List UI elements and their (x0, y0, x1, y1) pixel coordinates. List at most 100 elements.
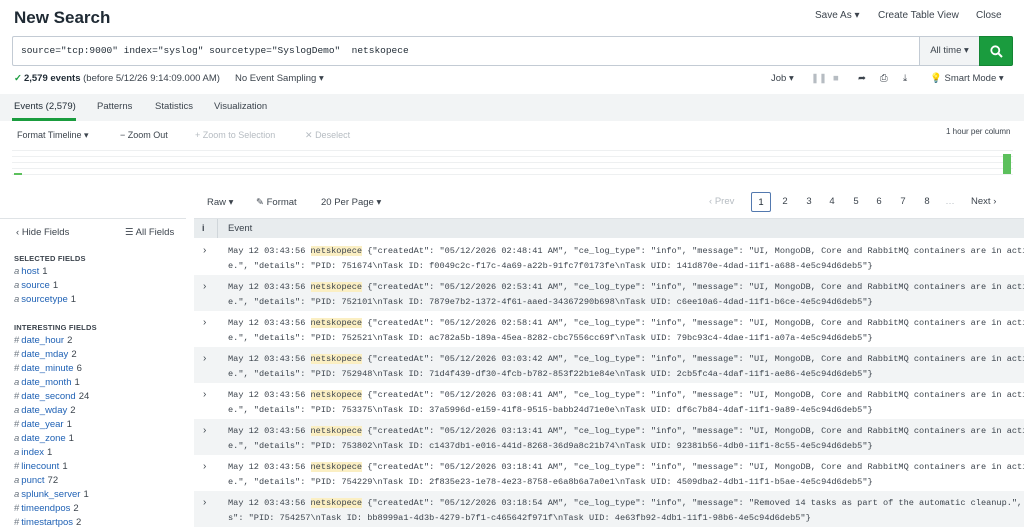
hide-fields-button[interactable]: ‹ Hide Fields (16, 227, 69, 238)
field-item[interactable]: a splunk_server 1 (14, 489, 89, 500)
highlighted-keyword[interactable]: netskopece (310, 462, 363, 472)
highlighted-keyword[interactable]: netskopece (310, 246, 363, 256)
highlighted-keyword[interactable]: netskopece (310, 282, 363, 292)
tab-statistics[interactable]: Statistics (155, 101, 193, 112)
field-name[interactable]: host (21, 266, 39, 277)
field-item[interactable]: a punct 72 (14, 475, 58, 486)
field-name[interactable]: date_second (21, 391, 75, 402)
page-5-button[interactable]: 5 (846, 192, 866, 212)
all-fields-button[interactable]: ☰ All Fields (125, 227, 174, 238)
event-text[interactable]: May 12 03:43:56 netskopece {"createdAt":… (228, 244, 1024, 274)
field-item[interactable]: # timestartpos 2 (14, 517, 81, 528)
field-item[interactable]: # date_mday 2 (14, 349, 77, 360)
pause-icon[interactable]: ❚❚ (811, 73, 827, 84)
timeline-chart[interactable] (12, 148, 1013, 176)
field-count: 1 (66, 419, 72, 430)
field-name[interactable]: timeendpos (21, 503, 70, 514)
field-name[interactable]: date_zone (21, 433, 65, 444)
event-text[interactable]: May 12 03:43:56 netskopece {"createdAt":… (228, 352, 1024, 382)
print-icon[interactable]: ⎙ (880, 73, 888, 84)
create-table-view-button[interactable]: Create Table View (878, 10, 959, 21)
highlighted-keyword[interactable]: netskopece (310, 498, 363, 508)
search-button[interactable] (979, 36, 1013, 66)
field-item[interactable]: a date_zone 1 (14, 433, 74, 444)
field-name[interactable]: date_hour (21, 335, 64, 346)
expand-chevron-icon[interactable]: › (203, 281, 206, 292)
next-page-button[interactable]: Next › (971, 192, 996, 212)
field-item[interactable]: a host 1 (14, 266, 48, 277)
event-text[interactable]: May 12 03:43:56 netskopece {"createdAt":… (228, 424, 1024, 454)
field-name[interactable]: linecount (21, 461, 59, 472)
highlighted-keyword[interactable]: netskopece (310, 426, 363, 436)
share-icon[interactable]: ➦ (858, 73, 866, 84)
expand-chevron-icon[interactable]: › (203, 389, 206, 400)
page-4-button[interactable]: 4 (822, 192, 842, 212)
search-input[interactable]: source="tcp:9000" index="syslog" sourcet… (21, 45, 409, 56)
field-name[interactable]: source (21, 280, 50, 291)
page-8-button[interactable]: 8 (917, 192, 937, 212)
field-name[interactable]: index (21, 447, 44, 458)
field-item[interactable]: a source 1 (14, 280, 58, 291)
event-text[interactable]: May 12 03:43:56 netskopece {"createdAt":… (228, 496, 1022, 526)
event-text[interactable]: May 12 03:43:56 netskopece {"createdAt":… (228, 460, 1024, 490)
field-item[interactable]: a index 1 (14, 447, 52, 458)
field-name[interactable]: date_month (21, 377, 71, 388)
save-as-menu[interactable]: Save As ▾ (815, 10, 860, 21)
time-range-picker[interactable]: All time ▾ (919, 37, 979, 65)
tab-patterns[interactable]: Patterns (97, 101, 132, 112)
event-text[interactable]: May 12 03:43:56 netskopece {"createdAt":… (228, 388, 1024, 418)
event-body: {"createdAt": "05/12/2026 02:48:41 AM", … (362, 246, 1024, 256)
page-6-button[interactable]: 6 (869, 192, 889, 212)
page-1-button[interactable]: 1 (751, 192, 771, 212)
raw-view-menu[interactable]: Raw ▾ (207, 197, 233, 208)
tab-events[interactable]: Events (2,579) (14, 101, 76, 112)
per-page-menu[interactable]: 20 Per Page ▾ (321, 197, 381, 208)
field-item[interactable]: a sourcetype 1 (14, 294, 76, 305)
expand-chevron-icon[interactable]: › (203, 245, 206, 256)
event-timestamp: May 12 03:43:56 (228, 354, 311, 364)
page-3-button[interactable]: 3 (799, 192, 819, 212)
field-item[interactable]: a date_wday 2 (14, 405, 76, 416)
close-button[interactable]: Close (976, 10, 1002, 21)
highlighted-keyword[interactable]: netskopece (310, 354, 363, 364)
page-2-button[interactable]: 2 (775, 192, 795, 212)
field-item[interactable]: # date_hour 2 (14, 335, 72, 346)
field-name[interactable]: date_minute (21, 363, 73, 374)
field-item[interactable]: # date_year 1 (14, 419, 72, 430)
format-timeline-menu[interactable]: Format Timeline ▾ (17, 130, 89, 141)
field-name[interactable]: punct (21, 475, 44, 486)
page-7-button[interactable]: 7 (893, 192, 913, 212)
expand-chevron-icon[interactable]: › (203, 425, 206, 436)
event-sampling-menu[interactable]: No Event Sampling ▾ (235, 73, 324, 84)
field-item[interactable]: # linecount 1 (14, 461, 68, 472)
highlighted-keyword[interactable]: netskopece (310, 390, 363, 400)
timeline-bucket[interactable] (1003, 154, 1011, 174)
field-name[interactable]: date_mday (21, 349, 68, 360)
event-text[interactable]: May 12 03:43:56 netskopece {"createdAt":… (228, 280, 1024, 310)
expand-chevron-icon[interactable]: › (203, 353, 206, 364)
field-name[interactable]: date_wday (21, 405, 67, 416)
field-name[interactable]: sourcetype (21, 294, 67, 305)
zoom-to-selection-button[interactable]: + Zoom to Selection (195, 130, 275, 140)
expand-chevron-icon[interactable]: › (203, 497, 206, 508)
field-item[interactable]: # timeendpos 2 (14, 503, 79, 514)
event-text[interactable]: May 12 03:43:56 netskopece {"createdAt":… (228, 316, 1024, 346)
expand-chevron-icon[interactable]: › (203, 461, 206, 472)
tab-visualization[interactable]: Visualization (214, 101, 267, 112)
stop-icon[interactable]: ■ (833, 73, 839, 84)
field-item[interactable]: a date_month 1 (14, 377, 80, 388)
search-mode-menu[interactable]: 💡 Smart Mode ▾ (930, 73, 1004, 84)
field-item[interactable]: # date_minute 6 (14, 363, 82, 374)
field-item[interactable]: # date_second 24 (14, 391, 89, 402)
expand-chevron-icon[interactable]: › (203, 317, 206, 328)
job-menu[interactable]: Job ▾ (771, 73, 794, 84)
highlighted-keyword[interactable]: netskopece (310, 318, 363, 328)
zoom-out-button[interactable]: − Zoom Out (120, 130, 168, 140)
export-icon[interactable]: ⤓ (903, 73, 907, 84)
field-name[interactable]: date_year (21, 419, 63, 430)
format-button[interactable]: ✎ Format (256, 197, 297, 208)
field-name[interactable]: splunk_server (21, 489, 80, 500)
field-name[interactable]: timestartpos (21, 517, 73, 528)
deselect-button[interactable]: ✕ Deselect (305, 130, 350, 141)
prev-page-button[interactable]: ‹ Prev (709, 192, 734, 212)
